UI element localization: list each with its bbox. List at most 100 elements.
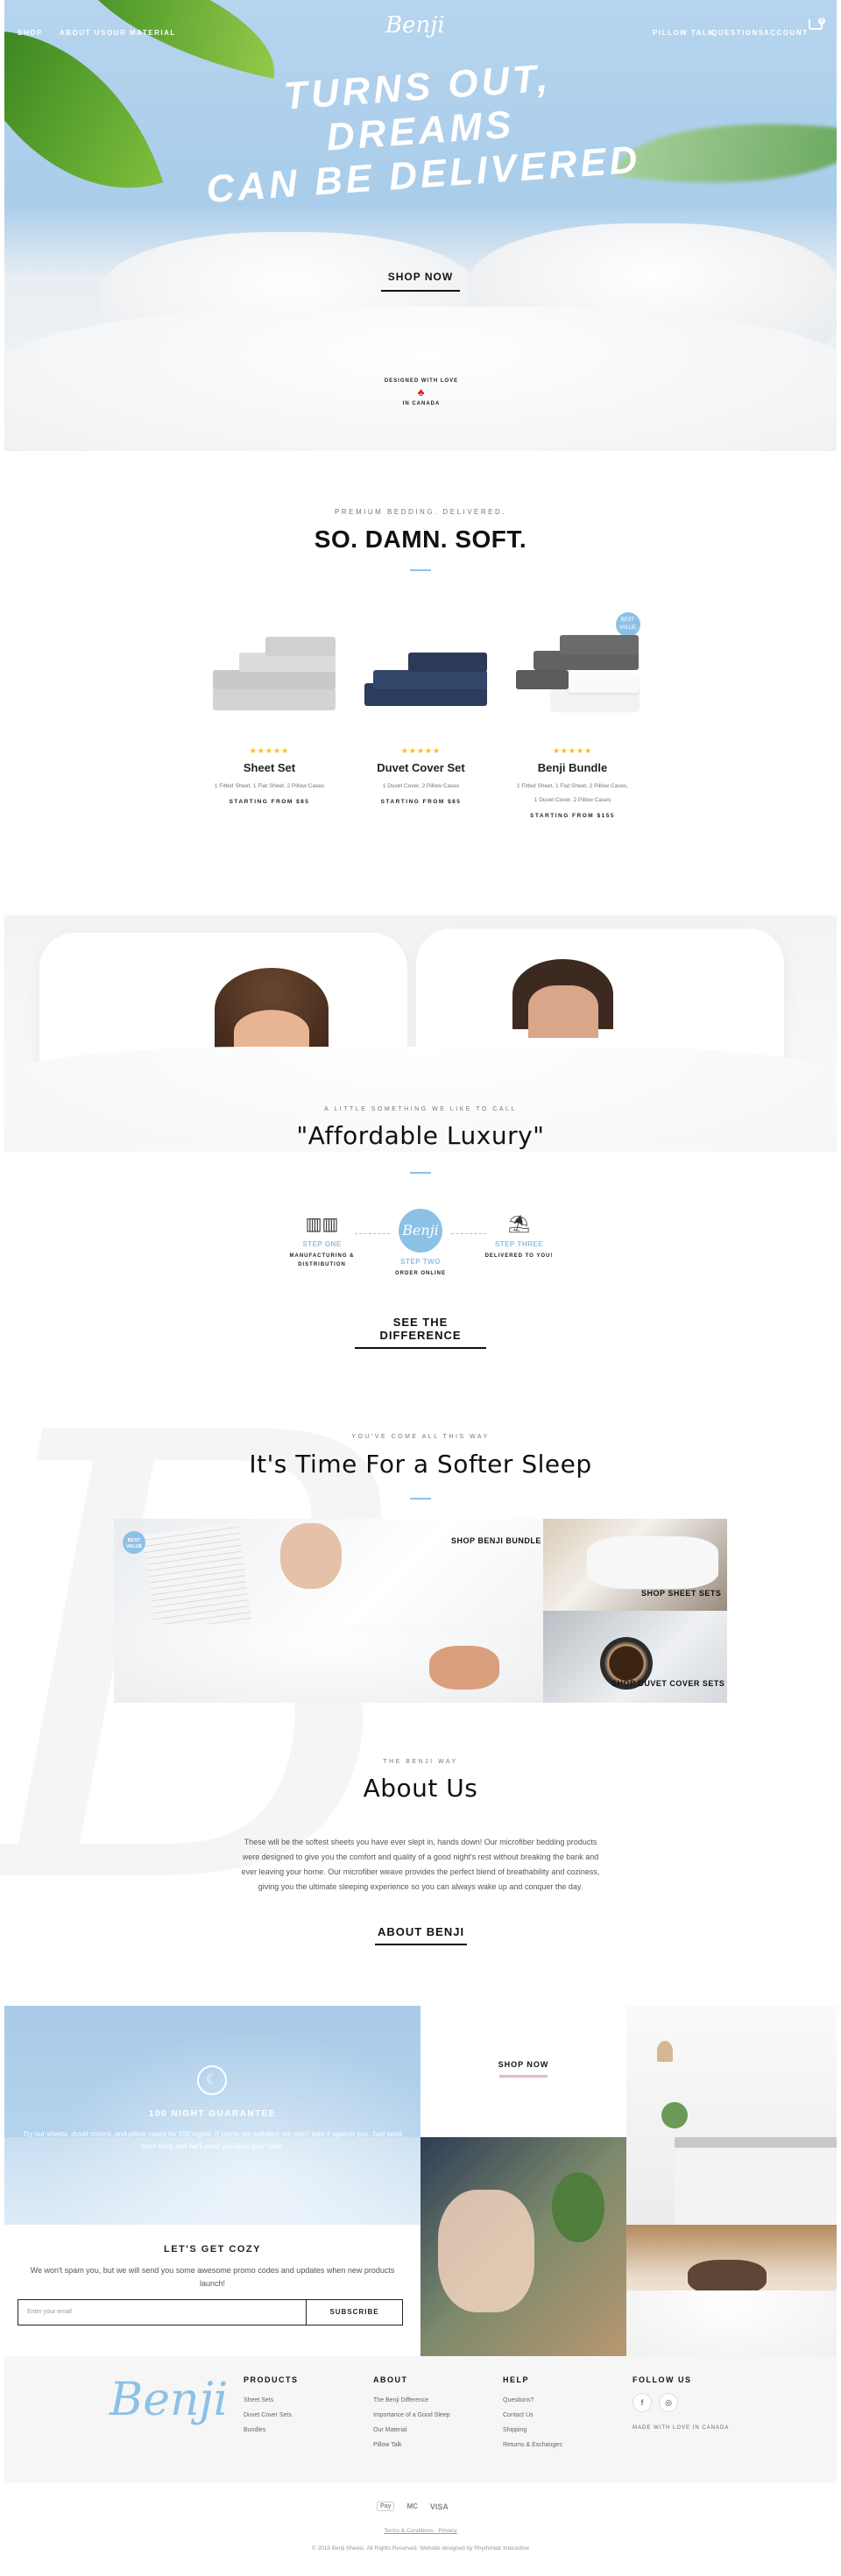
footer-link[interactable]: Pillow Talk [373,2438,496,2452]
footer-column-title: FOLLOW US [633,2375,692,2384]
nav-about-us[interactable]: ABOUT US [60,29,107,37]
product-desc: 1 Duvet Cover, 2 Pillow Cases [382,783,460,789]
person-image [438,2190,534,2312]
product-name: Duvet Cover Set [377,761,465,774]
footer-column-title: PRODUCTS [244,2375,299,2384]
nav-questions[interactable]: QUESTIONS [711,29,765,37]
copyright: © 2018 Benji Sheets. All Rights Reserved… [311,2545,530,2551]
gallery-person-photo [420,2137,626,2356]
step-label: STEP ONE [302,1240,342,1248]
gallery-bed-photo [626,2225,837,2356]
facebook-icon[interactable]: f [633,2393,652,2412]
person-face [528,985,598,1038]
newspaper-image [142,1521,252,1640]
gallery-shop-now-button[interactable]: SHOP NOW [420,2060,626,2069]
section-title: It's Time For a Softer Sleep [249,1450,592,1479]
step-two: Benji STEP TWO ORDER ONLINE [385,1209,456,1278]
subscribe-button[interactable]: SUBSCRIBE [307,2299,403,2325]
footer-column-about: ABOUT The Benji Difference Importance of… [373,2375,496,2452]
step-connector [451,1233,486,1234]
email-input[interactable]: Enter your email [18,2299,307,2325]
step-three: ⛱ STEP THREE DELIVERED TO YOU! [482,1213,556,1260]
hero-shop-now-button[interactable]: SHOP NOW [381,267,460,292]
title-underline [410,1498,431,1500]
footer-link[interactable]: Returns & Exchanges [503,2438,625,2452]
nav-shop[interactable]: SHOP [18,29,43,37]
guarantee-text: Try our sheets, duvet covers, and pillow… [23,2130,402,2150]
moon-icon: ☾ [197,2065,227,2095]
footer-link[interactable]: Importance of a Good Sleep [373,2408,496,2423]
best-value-badge: BEST VALUE [123,1531,145,1554]
product-name: Benji Bundle [537,761,608,774]
footer-link[interactable]: Contact Us [503,2408,625,2423]
footer-link[interactable]: Shipping [503,2423,625,2438]
fabric-stack [212,688,336,710]
title-underline [410,569,431,571]
section-eyebrow: YOU'VE COME ALL THIS WAY [351,1434,490,1440]
duvet-image [626,2290,837,2356]
nav-our-material[interactable]: OUR MATERIAL [107,29,176,37]
product-image [204,635,336,727]
step-one: ▥▥ STEP ONE MANUFACTURING & DISTRIBUTION [285,1213,359,1269]
feet-image [429,1646,499,1690]
lamp-image [657,2041,673,2062]
badge-text: IN CANADA [402,401,441,406]
footer-link[interactable]: Bundles [244,2423,366,2438]
section-eyebrow: PREMIUM BEDDING. DELIVERED. [335,508,506,516]
product-card-sheet-set[interactable]: ★★★★★ Sheet Set 1 Fitted Sheet, 1 Flat S… [201,635,337,805]
about-benji-button[interactable]: ABOUT BENJI [375,1925,467,1945]
cta-underline [499,2075,548,2078]
newsletter-title: LET'S GET COZY [163,2244,261,2255]
step-sub: MANUFACTURING & DISTRIBUTION [289,1253,355,1267]
product-price: STARTING FROM $155 [530,813,615,819]
footer-column-title: HELP [503,2375,530,2384]
step-sub: ORDER ONLINE [394,1271,446,1276]
section-eyebrow: A LITTLE SOMETHING WE LIKE TO CALL [324,1106,517,1112]
footer-column-title: ABOUT [373,2375,408,2384]
instagram-icon[interactable]: ◎ [659,2393,678,2412]
title-underline [410,1172,431,1174]
shop-duvet-cover-sets-tile[interactable]: SHOP DUVET COVER SETS [543,1611,727,1703]
footer-link[interactable]: Our Material [373,2423,496,2438]
nav-account[interactable]: ACCOUNT [764,29,809,37]
guarantee-panel: ☾ 100 NIGHT GUARANTEE Try our sheets, du… [4,2006,420,2225]
apple-pay-icon: Pay [377,2502,395,2511]
payment-methods: Pay MC VISA [377,2502,449,2511]
tile-caption: SHOP SHEET SETS [641,1589,722,1598]
shop-bundle-tile[interactable]: BEST VALUE SHOP BENJI BUNDLE [114,1519,543,1703]
legal-links[interactable]: Terms & Conditions · Privacy [245,2528,596,2534]
fabric-stack [265,637,336,656]
benji-logo-icon: Benji [399,1209,442,1253]
badge-text: DESIGNED WITH LOVE [384,378,459,384]
product-card-benji-bundle[interactable]: BEST VALUE ★★★★★ Benji Bundle 1 Fitted S… [505,612,640,819]
footer-link[interactable]: The Benji Difference [373,2393,496,2408]
footer-link[interactable]: Duvet Cover Sets [244,2408,366,2423]
product-desc: 1 Fitted Sheet, 1 Flat Sheet, 2 Pillow C… [214,783,325,789]
product-card-duvet-cover-set[interactable]: ★★★★★ Duvet Cover Set 1 Duvet Cover, 2 P… [353,635,489,805]
footer-link[interactable]: Questions? [503,2393,625,2408]
step-label: STEP TWO [400,1258,441,1266]
fabric-stack [559,635,639,654]
about-text: These will be the softest sheets you hav… [241,1838,600,1891]
footer-link[interactable]: Sheet Sets [244,2393,366,2408]
bed-image [587,1536,718,1589]
nav-pillow-talk[interactable]: PILLOW TALK [653,29,715,37]
rating-stars: ★★★★★ [400,746,442,755]
leaf-decoration [59,0,292,79]
step-sub: DELIVERED TO YOU! [484,1253,554,1259]
cart-count-badge: 0 [818,18,825,25]
fabric-stack [515,670,569,689]
footer-logo[interactable]: Benji [110,2374,228,2426]
step-connector [355,1233,390,1234]
fabric-stack [568,674,639,693]
page: SHOP ABOUT US OUR MATERIAL PILLOW TALK Q… [0,0,841,2576]
visa-icon: VISA [429,2502,449,2511]
product-price: STARTING FROM $85 [380,799,462,805]
gallery-shop-now-tile[interactable]: SHOP NOW [420,2006,626,2137]
site-logo[interactable]: Benji [385,12,445,39]
made-in-canada-text: MADE WITH LOVE IN CANADA [633,2425,730,2431]
section-title: About Us [363,1774,478,1803]
shop-sheet-sets-tile[interactable]: SHOP SHEET SETS [543,1519,727,1611]
footer-follow: FOLLOW US f ◎ MADE WITH LOVE IN CANADA [633,2375,755,2436]
couple-in-bed-image [4,915,837,1152]
